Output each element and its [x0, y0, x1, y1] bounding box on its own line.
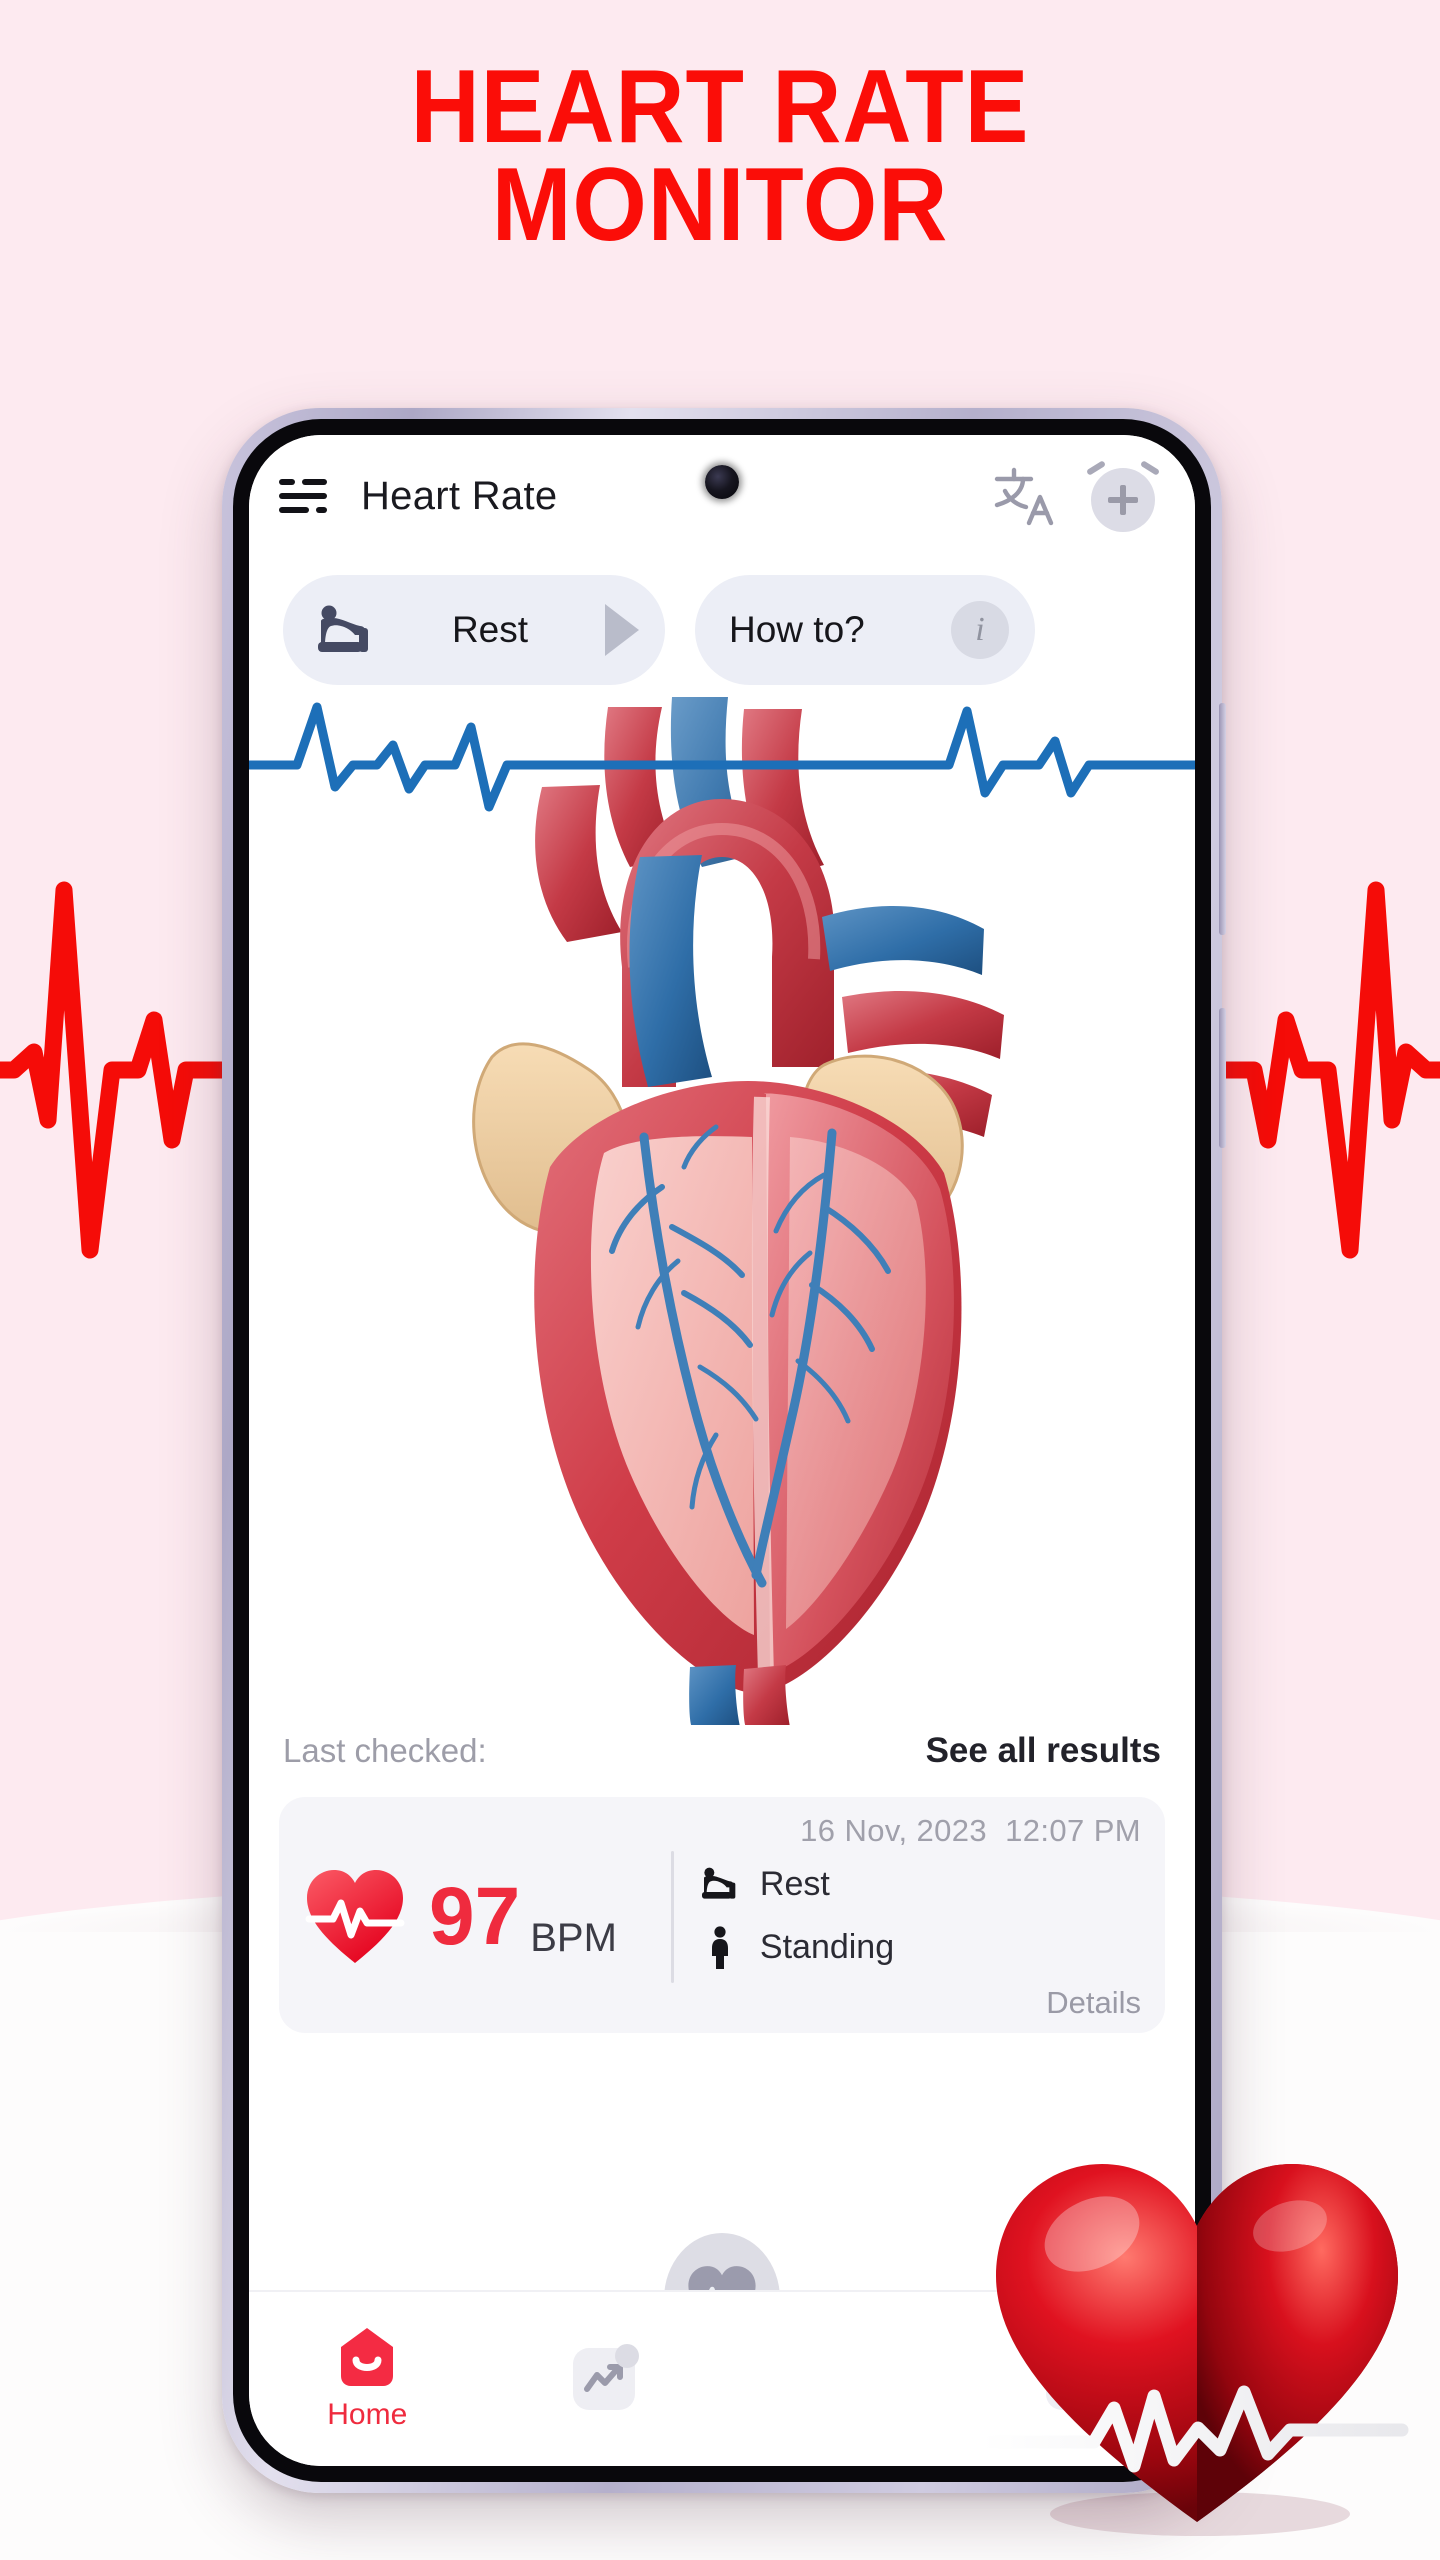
nav-item-history[interactable]	[486, 2344, 723, 2410]
nav-item-home-label: Home	[327, 2398, 408, 2431]
promo-headline-line2: MONITOR	[491, 147, 949, 263]
nav-item-home[interactable]: Home	[249, 2326, 486, 2432]
chip-howto-label: How to?	[729, 609, 865, 650]
state-standing-label: Standing	[759, 1928, 895, 1966]
recliner-icon	[318, 605, 368, 652]
card-divider	[670, 1851, 674, 1983]
play-triangle-icon	[605, 604, 639, 656]
see-all-results-link[interactable]: See all results	[926, 1731, 1161, 1771]
home-icon	[341, 2328, 394, 2386]
chip-row: Rest How to? i	[249, 557, 1195, 685]
bpm-unit: BPM	[530, 1916, 617, 1960]
front-camera-punchhole	[705, 465, 739, 499]
promo-headline: HEART RATE MONITOR	[58, 55, 1383, 263]
app-title: Heart Rate	[361, 473, 558, 518]
chip-rest[interactable]: Rest	[283, 575, 665, 685]
bpm-group: 97 BPM	[303, 1867, 617, 1967]
last-checked-label: Last checked:	[283, 1732, 487, 1769]
heart-3d-decoration	[975, 2164, 1409, 2536]
state-rest: Rest	[700, 1865, 894, 1904]
chip-rest-label: Rest	[451, 609, 529, 650]
promo-screenshot: HEART RATE MONITOR Heart Rate Rest How t…	[0, 0, 1440, 2560]
ecg-wave-right	[1204, 881, 1440, 1259]
results-header: Last checked: See all results	[249, 1725, 1195, 1771]
volume-button[interactable]	[1219, 703, 1226, 935]
result-date: 16 Nov, 2023	[800, 1813, 988, 1848]
result-states: Rest Standing	[700, 1865, 894, 1970]
result-timestamp: 16 Nov, 2023 12:07 PM	[303, 1813, 1141, 1849]
heart-pulse-icon	[305, 1870, 405, 1963]
alarm-add-circle	[1091, 468, 1155, 532]
recliner-icon	[701, 1867, 736, 1899]
chip-howto[interactable]: How to? i	[695, 575, 1035, 685]
state-rest-label: Rest	[759, 1864, 830, 1903]
power-button[interactable]	[1219, 1008, 1226, 1148]
ecg-wave-left	[0, 881, 236, 1259]
result-card[interactable]: 16 Nov, 2023 12:07 PM 97 BPM Rest Standi…	[279, 1797, 1165, 2033]
nav-badge-dot	[614, 2344, 639, 2368]
standing-person-icon	[711, 1925, 728, 1969]
translate-icon[interactable]	[993, 465, 1059, 527]
state-standing: Standing	[700, 1925, 895, 1970]
chart-trending-icon	[572, 2344, 639, 2410]
plus-horizontal	[1108, 497, 1138, 503]
result-card-body: 97 BPM Rest Standing	[303, 1851, 1141, 1983]
alarm-ear-right	[1139, 460, 1161, 476]
ecg-overlay-blue	[249, 702, 1195, 812]
hamburger-icon[interactable]	[279, 479, 327, 513]
result-time: 12:07 PM	[1005, 1813, 1141, 1848]
heart-illustration-area	[249, 685, 1195, 1725]
bpm-value: 97	[429, 1871, 521, 1962]
details-link[interactable]: Details	[303, 1985, 1141, 2021]
alarm-add-icon[interactable]	[1085, 458, 1161, 534]
info-icon: i	[951, 601, 1009, 659]
trending-up-glyph	[583, 2364, 623, 2392]
